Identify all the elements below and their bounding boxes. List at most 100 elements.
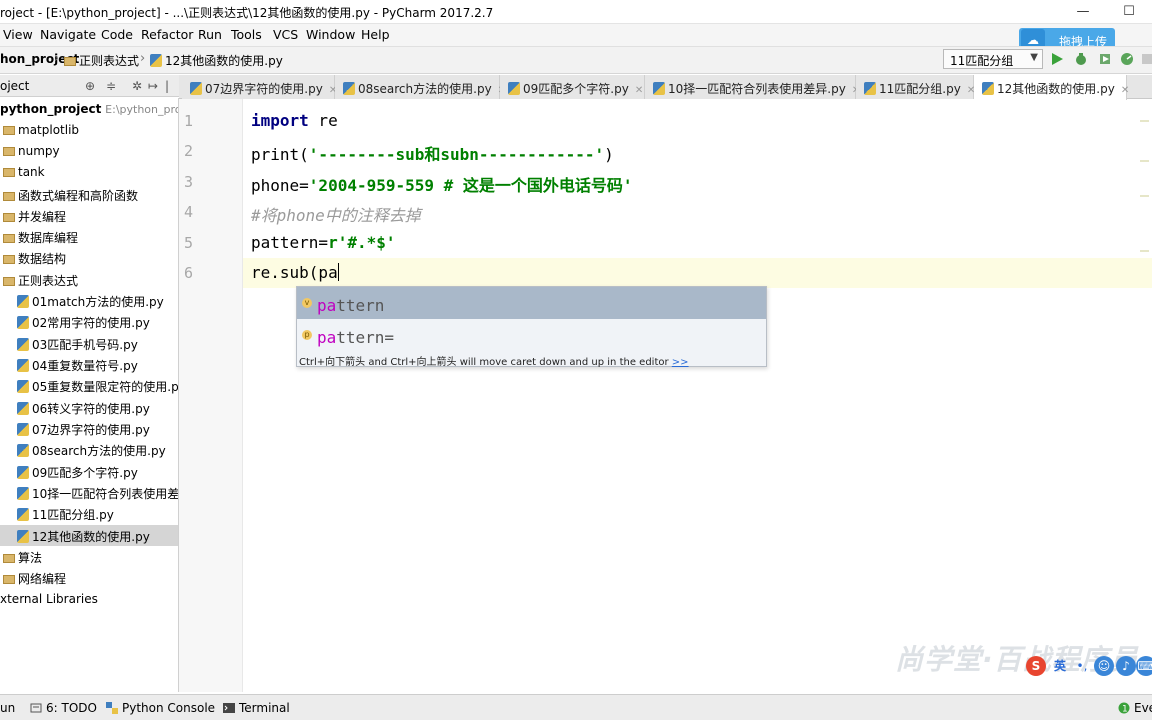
menu-tools[interactable]: Tools [231, 27, 262, 42]
tree-folder[interactable]: 网络编程 [0, 567, 178, 588]
completion-item-selected[interactable]: v pattern [297, 287, 766, 319]
tree-file[interactable]: 01match方法的使用.py [0, 290, 178, 311]
tree-folder[interactable]: 算法 [0, 546, 178, 567]
gear-icon[interactable]: ✲ [132, 79, 142, 93]
menu-code[interactable]: Code [101, 27, 133, 42]
tree-file[interactable]: 08search方法的使用.py [0, 439, 178, 460]
tree-folder[interactable]: 函数式编程和高阶函数 [0, 184, 178, 205]
string-token: '--------sub和subn------------' [308, 145, 605, 164]
completion-item[interactable]: p pattern= [297, 319, 766, 351]
punctuation-icon[interactable]: •, [1072, 656, 1092, 676]
folder-icon [3, 168, 15, 177]
input-mode-indicator[interactable]: 英 [1050, 656, 1070, 676]
python-file-icon [864, 82, 876, 95]
run-tool-button[interactable]: un [0, 701, 15, 715]
python-file-icon [17, 402, 29, 415]
run-icon[interactable] [1050, 52, 1064, 66]
menu-run[interactable]: Run [198, 27, 222, 42]
tree-file[interactable]: 11匹配分组.py [0, 503, 178, 524]
maximize-button[interactable]: ☐ [1106, 0, 1152, 24]
code-line-6[interactable]: re.sub(pa [251, 263, 339, 282]
tree-file[interactable]: 09匹配多个字符.py [0, 461, 178, 482]
stripe-marker[interactable] [1140, 250, 1149, 252]
tab-12-active[interactable]: 12其他函数的使用.py ✕ [974, 75, 1129, 100]
code-line-1[interactable]: import re [251, 111, 338, 130]
tab-label: 11匹配分组.py [879, 82, 961, 96]
completion-match: pa [317, 328, 337, 347]
parameter-icon: p [302, 330, 312, 340]
folder-icon [3, 213, 15, 222]
tab-10[interactable]: 10择一匹配符合列表使用差异.py✕ [645, 75, 860, 99]
tree-folder[interactable]: 数据结构 [0, 247, 178, 268]
tree-root[interactable]: python_project E:\python_projec [0, 99, 178, 120]
code-line-5[interactable]: pattern=r'#.*$' [251, 233, 396, 252]
tree-folder[interactable]: tank [0, 162, 178, 183]
tree-file[interactable]: 03匹配手机号码.py [0, 333, 178, 354]
tree-file[interactable]: 10择一匹配符合列表使用差异 [0, 482, 179, 503]
tree-file[interactable]: 04重复数量符号.py [0, 354, 178, 375]
close-icon[interactable]: ✕ [1121, 85, 1129, 96]
tree-file[interactable]: 07边界字符的使用.py [0, 418, 178, 439]
terminal-tool-button[interactable]: Terminal [223, 701, 290, 715]
stripe-marker[interactable] [1140, 160, 1149, 162]
tree-folder[interactable]: matplotlib [0, 120, 178, 141]
tree-item-label: 10择一匹配符合列表使用差异 [32, 487, 179, 501]
pin-icon[interactable]: | [165, 79, 169, 93]
menu-help[interactable]: Help [361, 27, 390, 42]
microphone-icon[interactable]: ♪ [1116, 656, 1136, 676]
menu-vcs[interactable]: VCS [273, 27, 298, 42]
tab-09[interactable]: 09匹配多个字符.py ✕ [500, 75, 645, 99]
tree-external-libraries[interactable]: xternal Libraries [0, 589, 178, 610]
tab-08[interactable]: 08search方法的使用.py✕ [335, 75, 506, 99]
tab-07[interactable]: 07边界字符的使用.py ✕ [182, 75, 337, 99]
menu-navigate[interactable]: Navigate [40, 27, 96, 42]
tree-folder[interactable]: numpy [0, 141, 178, 162]
locate-icon[interactable]: ⊕ [85, 79, 95, 93]
python-console-tool-button[interactable]: Python Console [106, 701, 215, 715]
debug-icon[interactable] [1074, 52, 1088, 66]
project-panel-title[interactable]: oject [0, 79, 29, 93]
breadcrumb-folder[interactable]: 正则表达式 [64, 52, 139, 69]
code-line-2[interactable]: print('--------sub和subn------------') [251, 141, 614, 165]
minimize-button[interactable]: — [1060, 0, 1106, 24]
keyboard-icon[interactable]: ⌨ [1136, 656, 1152, 676]
emoji-icon[interactable]: ☺ [1094, 656, 1114, 676]
stop-icon[interactable] [1140, 52, 1152, 66]
tab-11[interactable]: 11匹配分组.py ✕ [856, 75, 975, 99]
sogou-icon[interactable]: S [1026, 656, 1046, 676]
python-file-icon [150, 54, 162, 67]
tree-folder-open[interactable]: 正则表达式 [0, 269, 178, 290]
completion-rest: ttern [336, 296, 385, 315]
code-line-3[interactable]: phone='2004-959-559 # 这是一个国外电话号码' [251, 172, 633, 196]
tree-folder[interactable]: 并发编程 [0, 205, 178, 226]
tree-item-label: 04重复数量符号.py [32, 359, 138, 373]
error-stripe[interactable] [1138, 100, 1152, 690]
close-icon[interactable]: ✕ [635, 85, 643, 96]
stripe-marker[interactable] [1140, 120, 1149, 122]
tree-file[interactable]: 05重复数量限定符的使用.py [0, 375, 179, 396]
menu-refactor[interactable]: Refactor [141, 27, 193, 42]
tree-file-selected[interactable]: 12其他函数的使用.py [0, 525, 178, 546]
menu-view[interactable]: View [3, 27, 33, 42]
todo-tool-button[interactable]: 6: TODO [30, 701, 97, 715]
tree-item-label: 05重复数量限定符的使用.py [32, 380, 179, 394]
profile-icon[interactable] [1120, 52, 1134, 66]
tree-file[interactable]: 02常用字符的使用.py [0, 311, 178, 332]
tree-item-label: 算法 [18, 551, 43, 565]
tree-item-label: 01match方法的使用.py [32, 295, 164, 309]
coverage-icon[interactable] [1098, 52, 1112, 66]
tree-folder[interactable]: 数据库编程 [0, 226, 178, 247]
breadcrumb-file[interactable]: 12其他函数的使用.py [150, 52, 283, 69]
tree-item-label: 09匹配多个字符.py [32, 466, 138, 480]
hide-icon[interactable]: ↦ [148, 79, 158, 93]
stripe-marker[interactable] [1140, 195, 1149, 197]
tree-file[interactable]: 06转义字符的使用.py [0, 397, 178, 418]
breadcrumb-separator-icon: › [140, 51, 146, 66]
python-file-icon [17, 338, 29, 351]
run-config-select[interactable]: 11匹配分组 ▼ [943, 49, 1043, 69]
event-log-tool-button[interactable]: 1 Eve [1118, 701, 1152, 715]
code-line-4[interactable]: #将phone中的注释去掉 [251, 202, 421, 226]
completion-hint-link[interactable]: >> [672, 357, 689, 368]
menu-window[interactable]: Window [306, 27, 355, 42]
collapse-icon[interactable]: ≑ [106, 79, 116, 93]
